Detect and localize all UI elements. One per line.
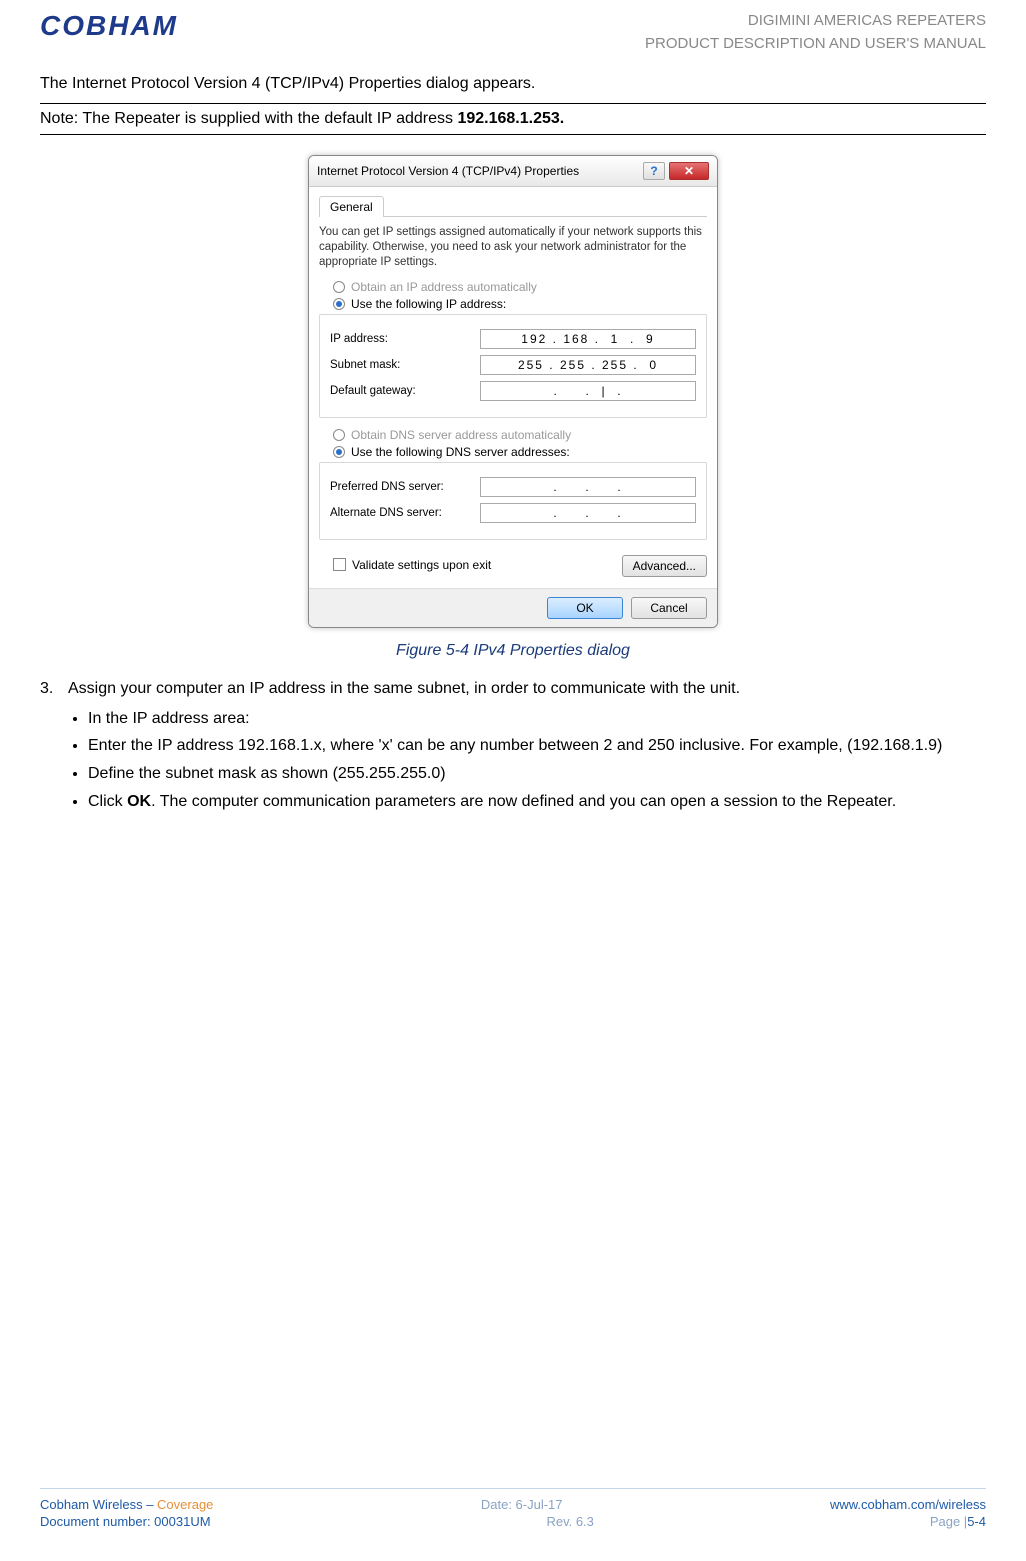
- dialog-screenshot: Internet Protocol Version 4 (TCP/IPv4) P…: [40, 155, 986, 628]
- footer-rev: Rev. 6.3: [546, 1514, 593, 1529]
- page-header: COBHAM DIGIMINI AMERICAS REPEATERS PRODU…: [40, 10, 986, 55]
- radio-label: Use the following IP address:: [351, 297, 506, 311]
- dialog-description: You can get IP settings assigned automat…: [319, 225, 707, 270]
- validate-label: Validate settings upon exit: [352, 558, 491, 572]
- doc-title-line-1: DIGIMINI AMERICAS REPEATERS: [645, 10, 986, 33]
- footer-coverage: Coverage: [157, 1497, 213, 1512]
- alternate-dns-label: Alternate DNS server:: [330, 507, 480, 519]
- dns-field-group: Preferred DNS server: Alternate DNS serv…: [319, 462, 707, 540]
- step-3: 3. Assign your computer an IP address in…: [40, 680, 986, 698]
- dialog-body: General You can get IP settings assigned…: [309, 187, 717, 588]
- list-item: In the IP address area:: [88, 708, 986, 730]
- ip-address-label: IP address:: [330, 333, 480, 345]
- step-text: Assign your computer an IP address in th…: [68, 680, 740, 698]
- note-box: Note: The Repeater is supplied with the …: [40, 103, 986, 135]
- close-icon[interactable]: ✕: [669, 162, 709, 180]
- note-text: The Repeater is supplied with the defaul…: [78, 110, 457, 127]
- radio-label: Obtain an IP address automatically: [351, 280, 537, 294]
- bullet4-bold: OK: [127, 793, 151, 810]
- intro-text: The Internet Protocol Version 4 (TCP/IPv…: [40, 75, 986, 93]
- bullet4-suffix: . The computer communication parameters …: [151, 793, 896, 810]
- alternate-dns-input[interactable]: [480, 503, 696, 523]
- radio-obtain-ip-auto[interactable]: Obtain an IP address automatically: [333, 280, 707, 294]
- footer-page-label: Page |: [930, 1514, 967, 1529]
- footer-date: Date: 6-Jul-17: [481, 1497, 563, 1512]
- advanced-button[interactable]: Advanced...: [622, 555, 707, 577]
- default-gateway-label: Default gateway:: [330, 385, 480, 397]
- figure-caption: Figure 5-4 IPv4 Properties dialog: [40, 642, 986, 660]
- dialog-footer: OK Cancel: [309, 588, 717, 627]
- radio-icon: [333, 446, 345, 458]
- list-item: Enter the IP address 192.168.1.x, where …: [88, 735, 986, 757]
- ip-field-group: IP address: Subnet mask: Default gateway…: [319, 314, 707, 418]
- preferred-dns-input[interactable]: [480, 477, 696, 497]
- page-footer: Cobham Wireless – Coverage Date: 6-Jul-1…: [40, 1488, 986, 1531]
- dialog-title: Internet Protocol Version 4 (TCP/IPv4) P…: [317, 164, 643, 178]
- footer-left-1: Cobham Wireless – Coverage: [40, 1497, 213, 1512]
- radio-icon: [333, 281, 345, 293]
- note-ip: 192.168.1.253.: [457, 110, 564, 127]
- subnet-mask-input[interactable]: [480, 355, 696, 375]
- help-icon[interactable]: ?: [643, 162, 665, 180]
- doc-title-line-2: PRODUCT DESCRIPTION AND USER'S MANUAL: [645, 33, 986, 56]
- logo: COBHAM: [40, 10, 178, 42]
- default-gateway-input[interactable]: [480, 381, 696, 401]
- dialog-titlebar: Internet Protocol Version 4 (TCP/IPv4) P…: [309, 156, 717, 187]
- bullet-list: In the IP address area: Enter the IP add…: [88, 708, 986, 812]
- preferred-dns-label: Preferred DNS server:: [330, 481, 480, 493]
- subnet-mask-label: Subnet mask:: [330, 359, 480, 371]
- bullet4-prefix: Click: [88, 793, 127, 810]
- radio-label: Obtain DNS server address automatically: [351, 428, 571, 442]
- list-item: Click OK. The computer communication par…: [88, 791, 986, 813]
- tab-strip: General: [319, 195, 707, 217]
- radio-obtain-dns-auto[interactable]: Obtain DNS server address automatically: [333, 428, 707, 442]
- footer-url: www.cobham.com/wireless: [830, 1497, 986, 1512]
- radio-label: Use the following DNS server addresses:: [351, 445, 570, 459]
- footer-company: Cobham Wireless –: [40, 1497, 157, 1512]
- footer-page-number: 5-4: [967, 1514, 986, 1529]
- ip-address-input[interactable]: [480, 329, 696, 349]
- note-label: Note:: [40, 110, 78, 127]
- footer-page: Page |5-4: [930, 1514, 986, 1529]
- ipv4-properties-dialog: Internet Protocol Version 4 (TCP/IPv4) P…: [308, 155, 718, 628]
- radio-use-following-ip[interactable]: Use the following IP address:: [333, 297, 707, 311]
- tab-general[interactable]: General: [319, 196, 384, 217]
- validate-checkbox-row[interactable]: Validate settings upon exit: [333, 558, 491, 572]
- radio-icon: [333, 298, 345, 310]
- radio-use-following-dns[interactable]: Use the following DNS server addresses:: [333, 445, 707, 459]
- list-item: Define the subnet mask as shown (255.255…: [88, 763, 986, 785]
- step-number: 3.: [40, 680, 68, 698]
- ok-button[interactable]: OK: [547, 597, 623, 619]
- checkbox-icon: [333, 558, 346, 571]
- cancel-button[interactable]: Cancel: [631, 597, 707, 619]
- doc-title-block: DIGIMINI AMERICAS REPEATERS PRODUCT DESC…: [645, 10, 986, 55]
- footer-doc-number: Document number: 00031UM: [40, 1514, 211, 1529]
- radio-icon: [333, 429, 345, 441]
